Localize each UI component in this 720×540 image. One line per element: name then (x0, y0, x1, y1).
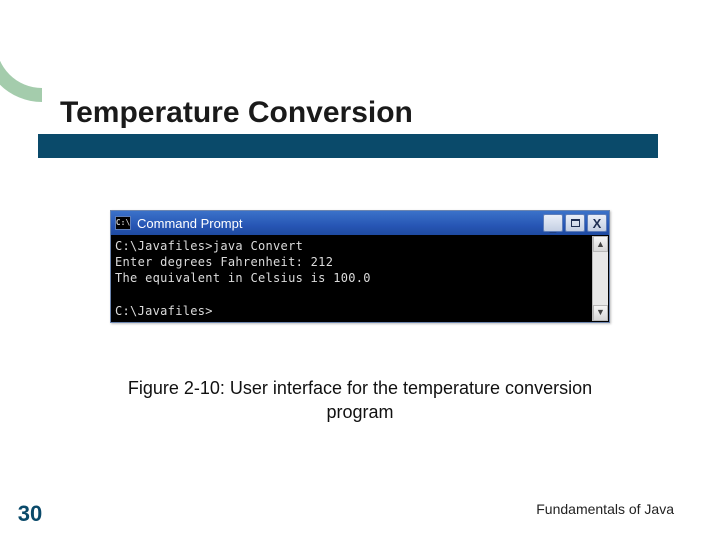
window-controls: _ X (543, 214, 607, 232)
terminal-icon: C:\ (115, 216, 131, 230)
terminal-icon-label: C:\ (116, 219, 130, 227)
terminal-line: C:\Javafiles> (115, 304, 213, 318)
close-icon: X (593, 217, 602, 230)
title-underline-bar (38, 134, 658, 158)
command-prompt-window: C:\ Command Prompt _ X C:\Javafiles>java… (110, 210, 610, 323)
minimize-button[interactable]: _ (543, 214, 563, 232)
maximize-icon (571, 219, 580, 227)
figure-caption: Figure 2-10: User interface for the temp… (0, 376, 720, 425)
maximize-button[interactable] (565, 214, 585, 232)
page-number: 30 (10, 503, 50, 525)
footer-text: Fundamentals of Java (536, 502, 674, 516)
scrollbar[interactable]: ▲ ▼ (592, 236, 608, 321)
terminal-output: C:\Javafiles>java Convert Enter degrees … (111, 235, 609, 322)
scroll-down-icon[interactable]: ▼ (593, 305, 608, 321)
slide: Temperature Conversion C:\ Command Promp… (0, 0, 720, 540)
close-button[interactable]: X (587, 214, 607, 232)
window-title: Command Prompt (137, 217, 543, 230)
terminal-line: The equivalent in Celsius is 100.0 (115, 271, 371, 285)
terminal-line: C:\Javafiles>java Convert (115, 239, 303, 253)
minimize-icon: _ (550, 221, 557, 233)
terminal-line: Enter degrees Fahrenheit: 212 (115, 255, 333, 269)
scroll-up-icon[interactable]: ▲ (593, 236, 608, 252)
page-title: Temperature Conversion (60, 96, 413, 130)
window-titlebar: C:\ Command Prompt _ X (111, 211, 609, 235)
